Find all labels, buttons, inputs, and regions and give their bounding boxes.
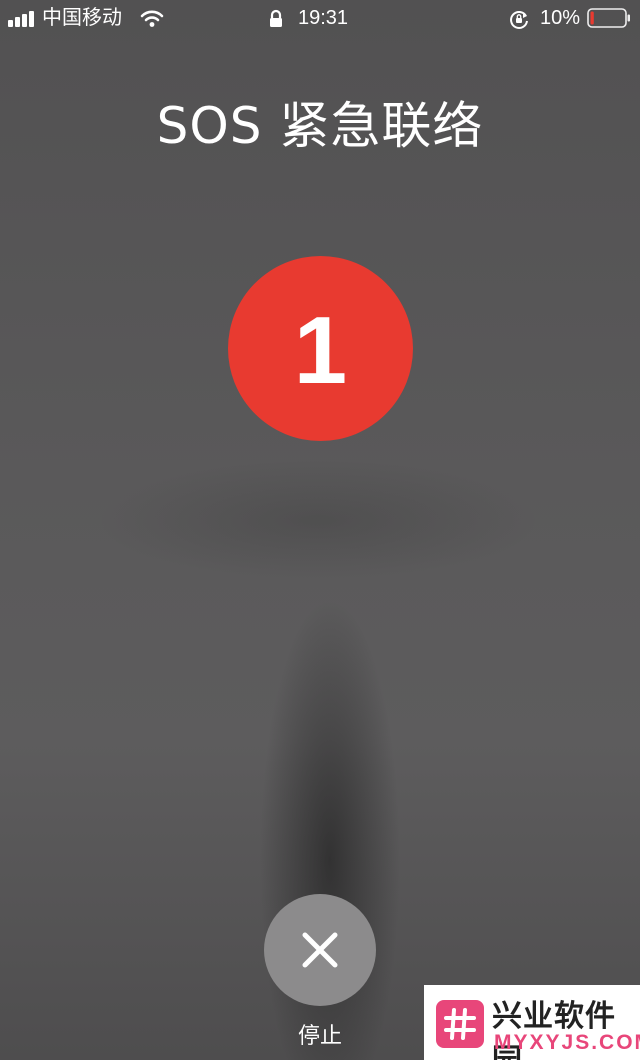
status-bar: 中国移动 19:31 10% bbox=[0, 0, 640, 38]
battery-icon bbox=[587, 8, 630, 28]
signal-icon bbox=[8, 11, 36, 27]
watermark: 兴业软件园 MYXYJS.COM bbox=[424, 985, 640, 1060]
stop-button[interactable] bbox=[264, 894, 376, 1006]
wifi-icon bbox=[140, 10, 164, 27]
battery-percent: 10% bbox=[540, 7, 581, 29]
close-icon bbox=[302, 932, 338, 968]
countdown-number: 1 bbox=[293, 296, 348, 404]
lock-icon bbox=[270, 9, 282, 27]
watermark-logo-icon bbox=[436, 1000, 484, 1048]
page-title: SOS 紧急联络 bbox=[156, 97, 484, 155]
rotation-lock-icon bbox=[510, 11, 528, 29]
stop-label: 停止 bbox=[297, 1024, 342, 1049]
carrier-name: 中国移动 bbox=[42, 7, 122, 29]
clock-time: 19:31 bbox=[298, 7, 349, 29]
countdown-circle: 1 bbox=[228, 256, 413, 441]
watermark-url: MYXYJS.COM bbox=[494, 1031, 640, 1054]
